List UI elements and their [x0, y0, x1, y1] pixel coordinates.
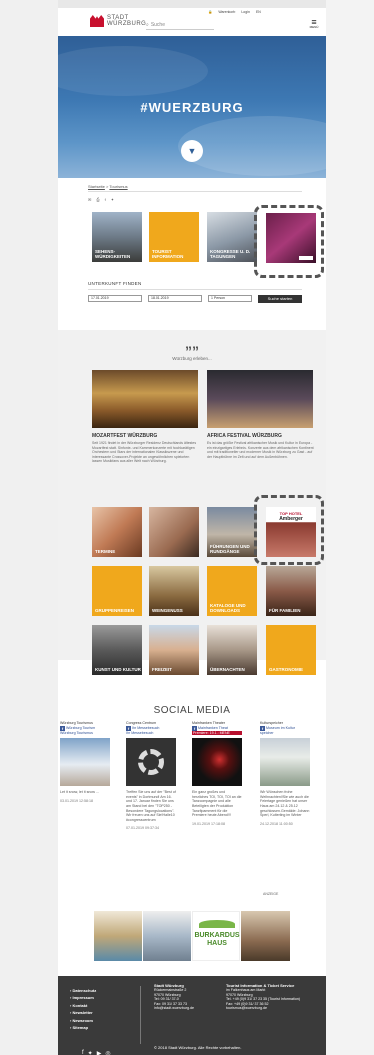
tile-overnight[interactable]: ÜBERNACHTEN	[207, 625, 257, 675]
chevron-down-icon: ▼	[187, 146, 197, 156]
event-image-africa-festival[interactable]	[207, 370, 313, 428]
twitter-icon[interactable]: ✦	[111, 197, 114, 202]
facebook-icon: f	[260, 725, 265, 731]
footer-link-newsletter[interactable]: › Newsletter	[70, 1009, 96, 1016]
youtube-icon[interactable]: ▶	[97, 1050, 102, 1055]
site-footer: › Datenschutz › Impressum › Kontakt › Ne…	[58, 976, 326, 1055]
tile-label: TOURIST INFORMATION	[152, 249, 184, 259]
social-feed-congress: Congress Centrum f Ihr Messebesuch Ihr Me…	[126, 721, 176, 831]
search-start-button[interactable]: Suche starten	[258, 295, 302, 303]
footer-link-privacy[interactable]: › Datenschutz	[70, 987, 96, 994]
search-placeholder: Suche	[150, 22, 165, 28]
tile-group-travel[interactable]: GRUPPENREISEN	[92, 566, 142, 616]
partner-ad-hall[interactable]	[241, 911, 290, 961]
loading-spinner-icon	[138, 749, 164, 776]
footer-link-newsroom[interactable]: › Newsroom	[70, 1017, 96, 1024]
tile-events[interactable]: TERMINE	[92, 507, 142, 557]
ad-highlight-frame	[254, 205, 324, 278]
feed-image[interactable]	[192, 738, 242, 787]
hero-banner: #WUERZBURG ▼	[58, 36, 326, 178]
share-bar: ✉ ⎙ f ✦	[88, 197, 114, 202]
feed-image-loading[interactable]	[126, 738, 176, 787]
facebook-icon[interactable]: f	[105, 197, 106, 202]
event-title-mozartfest[interactable]: MOZARTFEST WÜRZBURG	[92, 433, 157, 439]
footer-link-imprint[interactable]: › Impressum	[70, 994, 96, 1001]
page-background-right	[326, 0, 374, 1055]
tile-congress[interactable]: KONGRESSE U. D. TAGUNGEN	[207, 212, 257, 262]
scroll-down-button[interactable]: ▼	[181, 140, 203, 162]
site-header: STADT WÜRZBURG ⌕ Suche 🔒 Warenkorb Login…	[58, 8, 326, 36]
web-page: STADT WÜRZBURG ⌕ Suche 🔒 Warenkorb Login…	[58, 8, 326, 1055]
facebook-icon: f	[126, 725, 131, 731]
burkardus-leaf-icon	[199, 920, 235, 928]
event-text-africa: Es ist das größte Festival afrikanischer…	[207, 441, 314, 459]
facebook-icon: f	[192, 725, 197, 731]
event-text-mozartfest: Seit 1921 findet in der Würzburger Resid…	[92, 441, 197, 464]
page-background-left	[0, 0, 58, 1055]
departure-date-field[interactable]: 18.01.2019	[148, 295, 202, 302]
twitter-icon[interactable]: ✦	[88, 1050, 93, 1055]
event-image-mozartfest[interactable]	[92, 370, 198, 428]
partner-ad-burkardus[interactable]: BURKARDUS HAUS	[192, 911, 240, 961]
tile-leisure[interactable]: FREIZEIT	[149, 625, 199, 675]
feed-image[interactable]	[60, 738, 110, 787]
ad-highlight-frame-2	[254, 495, 324, 565]
hero-title: #WUERZBURG	[140, 100, 244, 115]
search-icon: ⌕	[146, 22, 149, 28]
partner-ad-room[interactable]	[143, 911, 191, 961]
partner-ad-pool[interactable]	[94, 911, 142, 961]
social-media-title: SOCIAL MEDIA	[153, 705, 231, 716]
tile-label: SEHENS- WÜRDIGKEITEN	[95, 249, 131, 259]
breadcrumb-home[interactable]: Startseite	[88, 184, 105, 189]
menu-label: MENÜ	[309, 25, 319, 29]
mail-icon[interactable]: ✉	[88, 197, 91, 202]
search-input[interactable]: ⌕ Suche	[146, 21, 214, 30]
lock-icon: 🔒	[208, 10, 213, 14]
breadcrumb-tourism[interactable]: Tourismus	[109, 184, 127, 189]
city-crown-icon	[90, 15, 104, 27]
tile-art-culture[interactable]: KUNST UND KULTUR	[92, 625, 142, 675]
partner-ads: BURKARDUS HAUS	[94, 911, 290, 961]
tile-tours[interactable]: FÜHRUNGEN UND RUNDGÄNGE	[207, 507, 257, 557]
persons-select[interactable]: 1 Person	[208, 295, 252, 302]
footer-links: › Datenschutz › Impressum › Kontakt › Ne…	[70, 987, 96, 1031]
tile-tourist-info[interactable]: TOURIST INFORMATION	[149, 212, 199, 262]
event-title-africa[interactable]: AFRICA FESTIVAL WÜRZBURG	[207, 433, 282, 439]
nav-login[interactable]: Login	[241, 10, 250, 14]
section-subtitle: Würzburg erleben...	[172, 356, 212, 361]
footer-link-contact[interactable]: › Kontakt	[70, 1002, 96, 1009]
social-feed-theater: Mainfranken Theater f Mainfranken Theat P…	[192, 721, 242, 826]
breadcrumb: Startseite > Tourismus	[88, 184, 128, 189]
tile-people[interactable]	[149, 507, 199, 557]
social-feed-kulturspeicher: Kulturspeicher f Museum im Kultur speiche…	[260, 721, 310, 826]
nav-cart[interactable]: Warenkorb	[218, 10, 235, 14]
menu-button[interactable]: ≡ MENÜ	[308, 18, 320, 32]
tile-wine[interactable]: WEINGENUSS	[149, 566, 199, 616]
tile-catalogues[interactable]: KATALOGE UND DOWNLOADS	[207, 566, 257, 616]
print-icon[interactable]: ⎙	[96, 197, 99, 202]
facebook-icon[interactable]: f	[82, 1050, 84, 1055]
finder-title: UNTERKUNFT FINDEN	[88, 281, 142, 286]
top-navigation: 🔒 Warenkorb Login EN	[208, 10, 261, 14]
tile-families[interactable]: FÜR FAMILIEN	[266, 566, 316, 616]
feed-image[interactable]	[260, 738, 310, 787]
accommodation-finder: UNTERKUNFT FINDEN 17.01.2019 18.01.2019 …	[88, 281, 302, 303]
tile-label: KONGRESSE U. D. TAGUNGEN	[210, 249, 251, 259]
ad-label: ANZEIGE	[263, 892, 279, 896]
site-logo[interactable]: STADT WÜRZBURG	[90, 15, 146, 27]
nav-language[interactable]: EN	[256, 10, 261, 14]
logo-line2: WÜRZBURG	[107, 21, 147, 27]
social-feed-tourism: Würzburg Tourismus f Würzburg Tourism Wür…	[60, 721, 110, 803]
copyright: © 2018 Stadt Würzburg. Alle Rechte vorbe…	[154, 1045, 242, 1050]
footer-social-icons: f ✦ ▶ ◎	[82, 1050, 111, 1055]
footer-tourist-address: Tourist Information & Ticket Service im …	[226, 983, 301, 1011]
instagram-icon[interactable]: ◎	[105, 1050, 110, 1055]
tile-gastronomy[interactable]: GASTRONOMIE	[266, 625, 316, 675]
facebook-icon: f	[60, 725, 65, 731]
footer-link-sitemap[interactable]: › Sitemap	[70, 1024, 96, 1031]
arrival-date-field[interactable]: 17.01.2019	[88, 295, 142, 302]
footer-city-address: Stadt Würzburg Rückermainstraße 2 97070 …	[154, 983, 195, 1011]
tile-sights[interactable]: SEHENS- WÜRDIGKEITEN	[92, 212, 142, 262]
